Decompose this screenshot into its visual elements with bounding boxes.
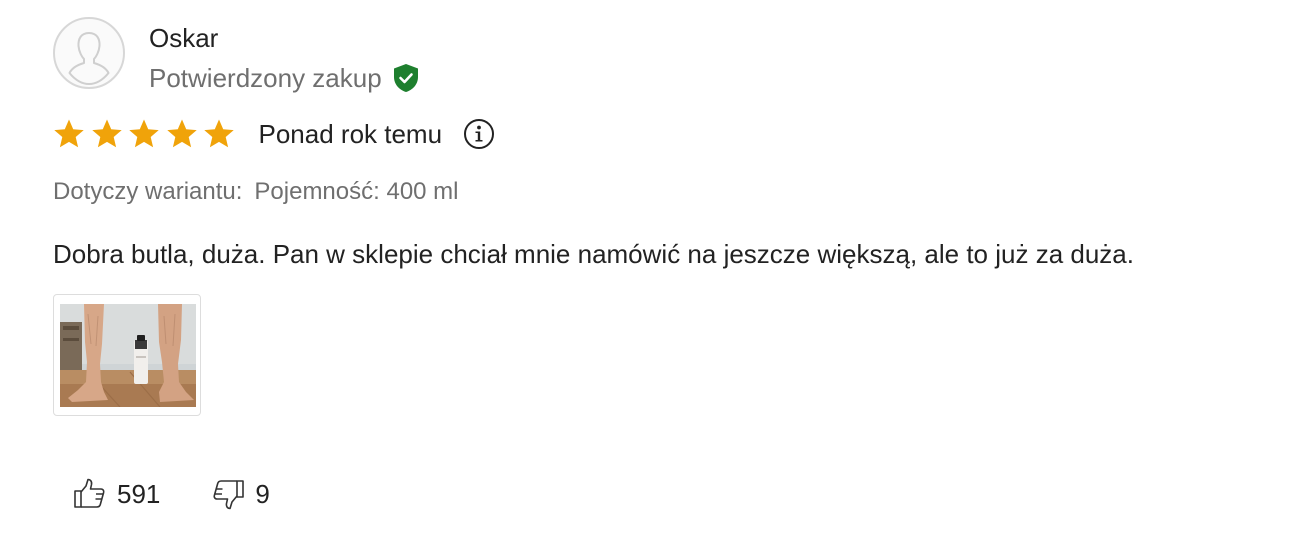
vote-down-count: 9 [255, 479, 270, 509]
author-name: Oskar [149, 23, 219, 53]
star-icon [54, 119, 84, 148]
shield-check-icon [393, 63, 419, 93]
star-icon [166, 119, 197, 148]
votes: 591 9 [72, 472, 270, 516]
star-icon [129, 119, 159, 148]
star-icon [204, 119, 234, 148]
review-card: Oskar Potwierdzony zakup Ponad rok temu [0, 0, 1298, 542]
thumbs-up-icon [72, 476, 108, 512]
thumbs-down-icon [210, 476, 246, 512]
variant-label: Dotyczy wariantu: [53, 178, 243, 205]
review-photo-image [60, 304, 196, 407]
vote-down-button[interactable]: 9 [210, 476, 270, 512]
review-text: Dobra butla, duża. Pan w sklepie chciał … [53, 239, 1134, 269]
review-photo-thumbnail[interactable] [53, 294, 201, 416]
variant-info: Dotyczy wariantu: Pojemność: 400 ml [53, 176, 459, 208]
verified-purchase-label: Potwierdzony zakup [149, 63, 382, 93]
vote-up-button[interactable]: 591 [72, 476, 160, 512]
star-icon [91, 119, 122, 148]
info-icon[interactable] [463, 118, 495, 150]
review-date: Ponad rok temu [258, 119, 443, 149]
rating-row: Ponad rok temu [53, 115, 495, 153]
variant-value: Pojemność: 400 ml [254, 178, 459, 205]
vote-up-count: 591 [117, 479, 161, 509]
verified-purchase: Potwierdzony zakup [149, 61, 419, 95]
user-silhouette-icon [53, 17, 125, 89]
avatar [53, 17, 125, 89]
star-rating [53, 118, 241, 150]
